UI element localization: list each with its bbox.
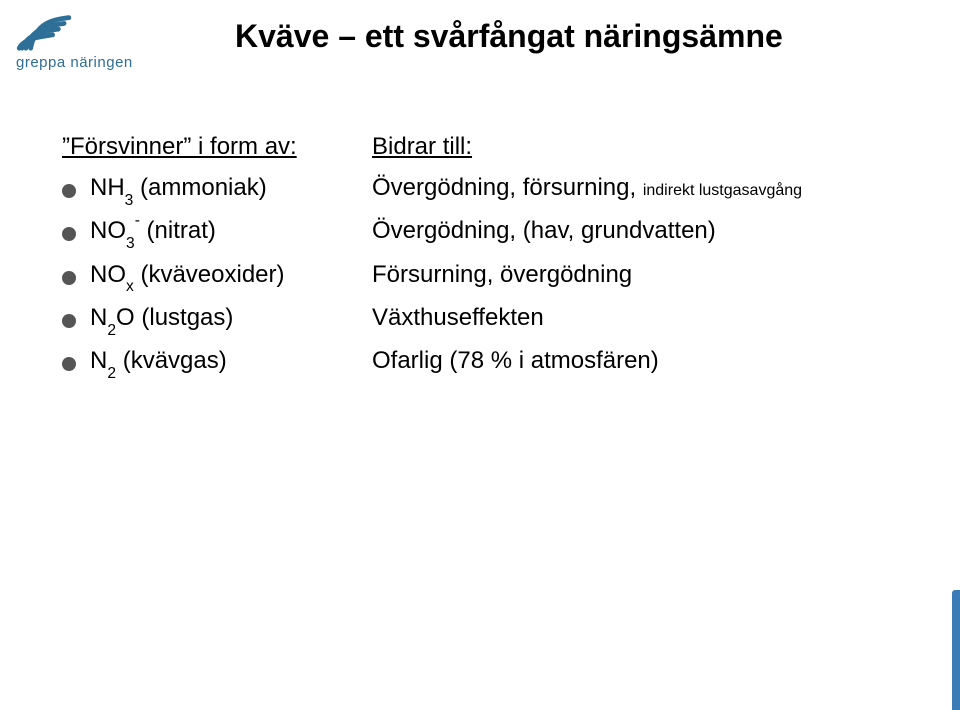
list-item: NO3- (nitrat) Övergödning, (hav, grundva…	[62, 214, 902, 251]
bullet-icon	[62, 357, 76, 371]
heading-row: ”Försvinner” i form av: Bidrar till:	[62, 130, 902, 165]
left-cell: N2 (kvävgas)	[90, 344, 227, 381]
bullet-icon	[62, 184, 76, 198]
right-cell: Växthuseffekten	[372, 301, 544, 336]
left-cell: NO3- (nitrat)	[90, 214, 216, 251]
right-column-heading: Bidrar till:	[372, 130, 472, 165]
bullet-icon	[62, 271, 76, 285]
bullet-icon	[62, 314, 76, 328]
list-item: N2 (kvävgas) Ofarlig (78 % i atmosfären)	[62, 344, 902, 381]
left-cell: NH3 (ammoniak)	[90, 171, 267, 208]
list-item: NOx (kväveoxider) Försurning, övergödnin…	[62, 258, 902, 295]
content-area: ”Försvinner” i form av: Bidrar till: NH3…	[62, 130, 902, 388]
right-cell: Övergödning, försurning, indirekt lustga…	[372, 171, 802, 206]
logo: greppa näringen	[16, 10, 133, 71]
list-item: NH3 (ammoniak) Övergödning, försurning, …	[62, 171, 902, 208]
list-item: N2O (lustgas) Växthuseffekten	[62, 301, 902, 338]
right-cell: Försurning, övergödning	[372, 258, 632, 293]
right-cell: Övergödning, (hav, grundvatten)	[372, 214, 716, 249]
logo-text: greppa näringen	[16, 54, 133, 71]
accent-bar	[952, 590, 960, 710]
left-cell: NOx (kväveoxider)	[90, 258, 285, 295]
logo-mark-icon	[16, 10, 74, 52]
bullet-icon	[62, 227, 76, 241]
left-column-heading: ”Försvinner” i form av:	[62, 130, 297, 165]
left-cell: N2O (lustgas)	[90, 301, 233, 338]
right-cell: Ofarlig (78 % i atmosfären)	[372, 344, 659, 379]
page-title: Kväve – ett svårfångat näringsämne	[235, 18, 783, 55]
